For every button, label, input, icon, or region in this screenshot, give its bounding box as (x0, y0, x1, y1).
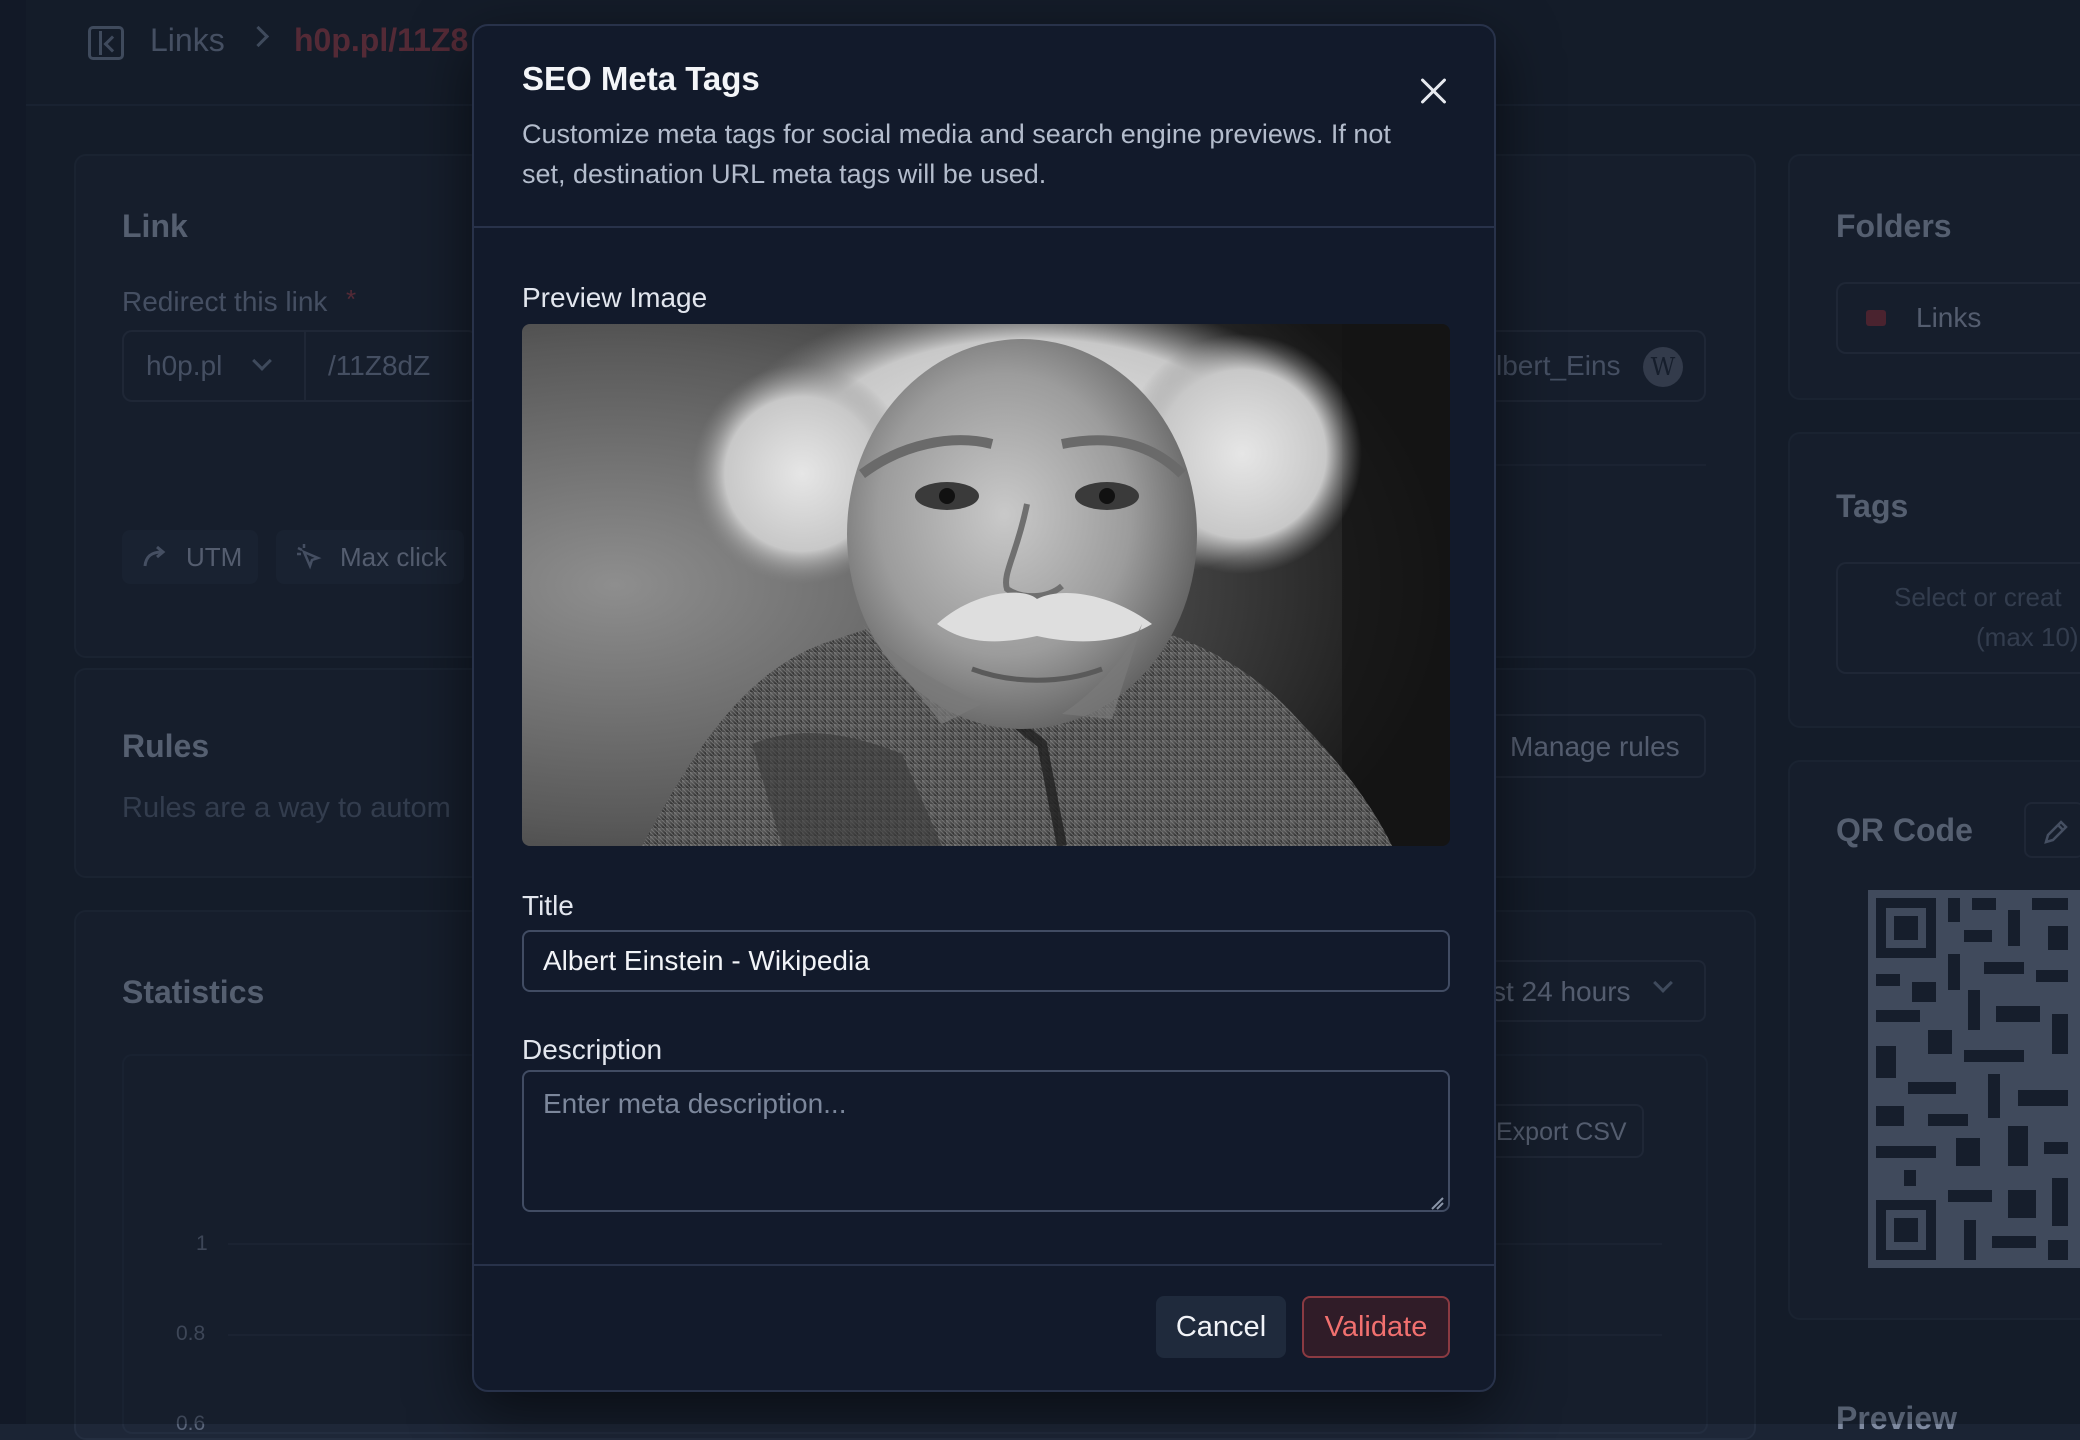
dialog-subtitle: Customize meta tags for social media and… (522, 119, 1391, 189)
title-input[interactable] (522, 930, 1450, 992)
title-label: Title (522, 890, 574, 921)
resize-handle-icon[interactable] (1430, 1196, 1444, 1210)
footer-divider (474, 1264, 1494, 1266)
portrait-photo (522, 324, 1450, 846)
preview-image-label: Preview Image (522, 282, 708, 313)
close-icon[interactable] (1414, 72, 1454, 112)
description-label: Description (522, 1034, 663, 1065)
preview-image[interactable] (522, 324, 1450, 846)
dialog-title: SEO Meta Tags (522, 60, 760, 97)
header-divider (474, 226, 1494, 228)
seo-meta-tags-dialog: SEO Meta Tags Customize meta tags for so… (472, 24, 1496, 1392)
description-textarea[interactable] (522, 1070, 1450, 1212)
validate-button[interactable]: Validate (1302, 1296, 1450, 1358)
cancel-button[interactable]: Cancel (1156, 1296, 1286, 1358)
